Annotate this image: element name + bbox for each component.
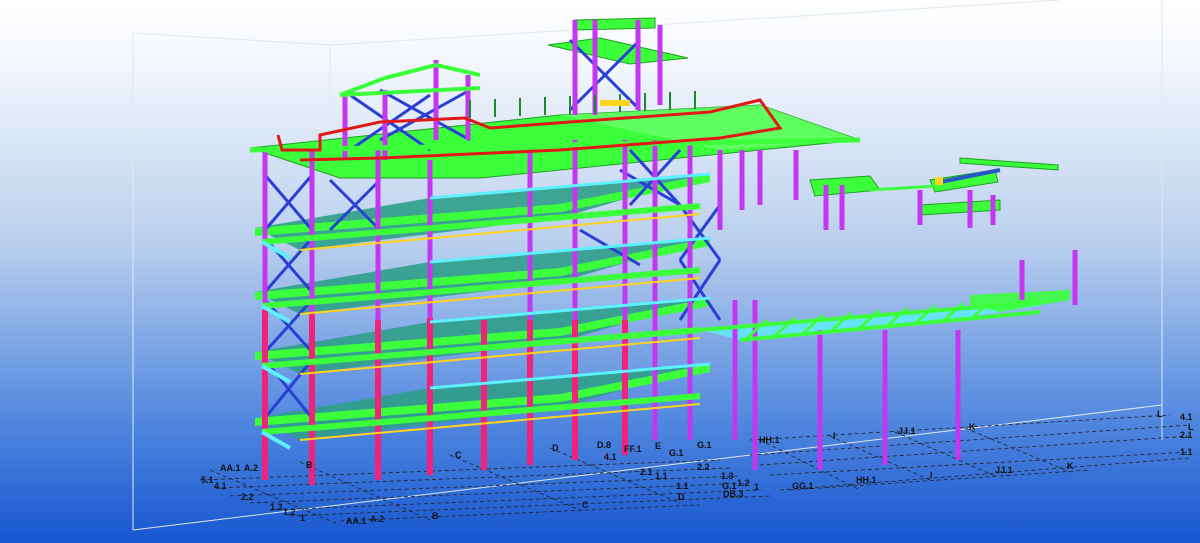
grid-label-1-1-right: 1.1 bbox=[1180, 447, 1193, 457]
grid-line bbox=[299, 461, 431, 521]
structural-3d-model[interactable]: AA.1 A.2 B C D D.8 FF.1 E G.1 G.1 4.1 5.… bbox=[0, 0, 1200, 543]
grid-label-k-bottom: K bbox=[1067, 461, 1074, 471]
grid-line bbox=[214, 467, 731, 489]
grid-label-i-bottom: I bbox=[930, 470, 933, 480]
grid-label-1-1-center: 1.1 bbox=[676, 481, 689, 491]
grid-label-hh1-top: HH.1 bbox=[759, 435, 780, 445]
grid-label-g1-bottom: G.1 bbox=[722, 481, 737, 491]
grid-label-2-2: 2.2 bbox=[241, 492, 254, 502]
grid-label-k-top: K bbox=[969, 422, 976, 432]
grid-label-1-3: 1.3 bbox=[270, 502, 283, 512]
grid-label-aa1: AA.1 bbox=[220, 463, 241, 473]
grid-line bbox=[769, 451, 1191, 476]
grid-label-ff1: FF.1 bbox=[624, 444, 642, 454]
grid-label-i-top: I bbox=[833, 431, 836, 441]
grid-line bbox=[789, 469, 1091, 491]
grid-label-2-1-right: 2.1 bbox=[1180, 430, 1193, 440]
grid-label-1-2: 1.2 bbox=[283, 507, 296, 517]
grid-label-4-1-right: 4.1 bbox=[1180, 412, 1193, 422]
grid-label-2-2-center: 2.2 bbox=[697, 462, 710, 472]
grid-label-4-1-side: 4.1 bbox=[214, 481, 227, 491]
grid-label-l-top: L bbox=[1157, 409, 1163, 419]
grid-label-gg1: GG.1 bbox=[792, 481, 814, 491]
grid-line bbox=[759, 435, 1191, 466]
grid-line bbox=[339, 504, 701, 522]
grid-label-2-1-center: 2.1 bbox=[640, 467, 653, 477]
bbox-edge bbox=[329, 0, 1061, 46]
grid-label-jj1-bottom: JJ.1 bbox=[995, 465, 1013, 475]
tower-cap bbox=[574, 17, 656, 31]
grid-label-1-1-center-b: 1.1 bbox=[655, 471, 668, 481]
grid-line bbox=[209, 469, 341, 526]
grid-label-a2-bottom: A.2 bbox=[370, 514, 384, 524]
grid-line bbox=[829, 435, 931, 481]
gable-rafter bbox=[384, 63, 437, 80]
grid-label-g1-b: G.1 bbox=[669, 448, 684, 458]
grid-label-hh1-bottom: HH.1 bbox=[856, 475, 877, 485]
model-viewport[interactable]: AA.1 A.2 B C D D.8 FF.1 E G.1 G.1 4.1 5.… bbox=[0, 0, 1200, 543]
equipment-plate bbox=[600, 100, 630, 106]
bbox-edge bbox=[132, 32, 331, 46]
pipe-rack-segment bbox=[959, 157, 1059, 171]
grid-label-c-bottom: C bbox=[582, 500, 589, 510]
grid-label-b-bottom: B bbox=[432, 511, 439, 521]
pipe-rack-beam bbox=[869, 184, 936, 192]
gable-rafter bbox=[435, 63, 481, 77]
grid-label-jj1-top: JJ.1 bbox=[898, 426, 916, 436]
grid-label-d8: D.8 bbox=[597, 440, 611, 450]
pipe-rack-segment bbox=[919, 199, 1001, 216]
grid-label-1: 1 bbox=[300, 513, 305, 523]
equipment-plate bbox=[935, 177, 943, 185]
grid-label-d-bottom: D bbox=[678, 492, 685, 502]
grid-label-c: C bbox=[455, 450, 462, 460]
grid-label-5-1: 5.1 bbox=[201, 475, 214, 485]
grid-label-1-3-center: 1.3 bbox=[721, 471, 734, 481]
pipe-rack-segment bbox=[809, 175, 881, 197]
grid-label-g1: G.1 bbox=[697, 440, 712, 450]
grid-label-1-center: 1 bbox=[754, 482, 759, 492]
grid-label-4-1: 4.1 bbox=[604, 452, 617, 462]
grid-label-aa1-bottom: AA.1 bbox=[346, 516, 367, 526]
grid-label-e: E bbox=[655, 441, 661, 451]
grid-label-b: B bbox=[306, 460, 313, 470]
grid-label-d: D bbox=[552, 443, 559, 453]
grid-line bbox=[779, 457, 1191, 491]
grid-label-1-2-center: 1.2 bbox=[737, 478, 750, 488]
grid-label-a2: A.2 bbox=[244, 463, 258, 473]
grid-line bbox=[894, 431, 996, 477]
